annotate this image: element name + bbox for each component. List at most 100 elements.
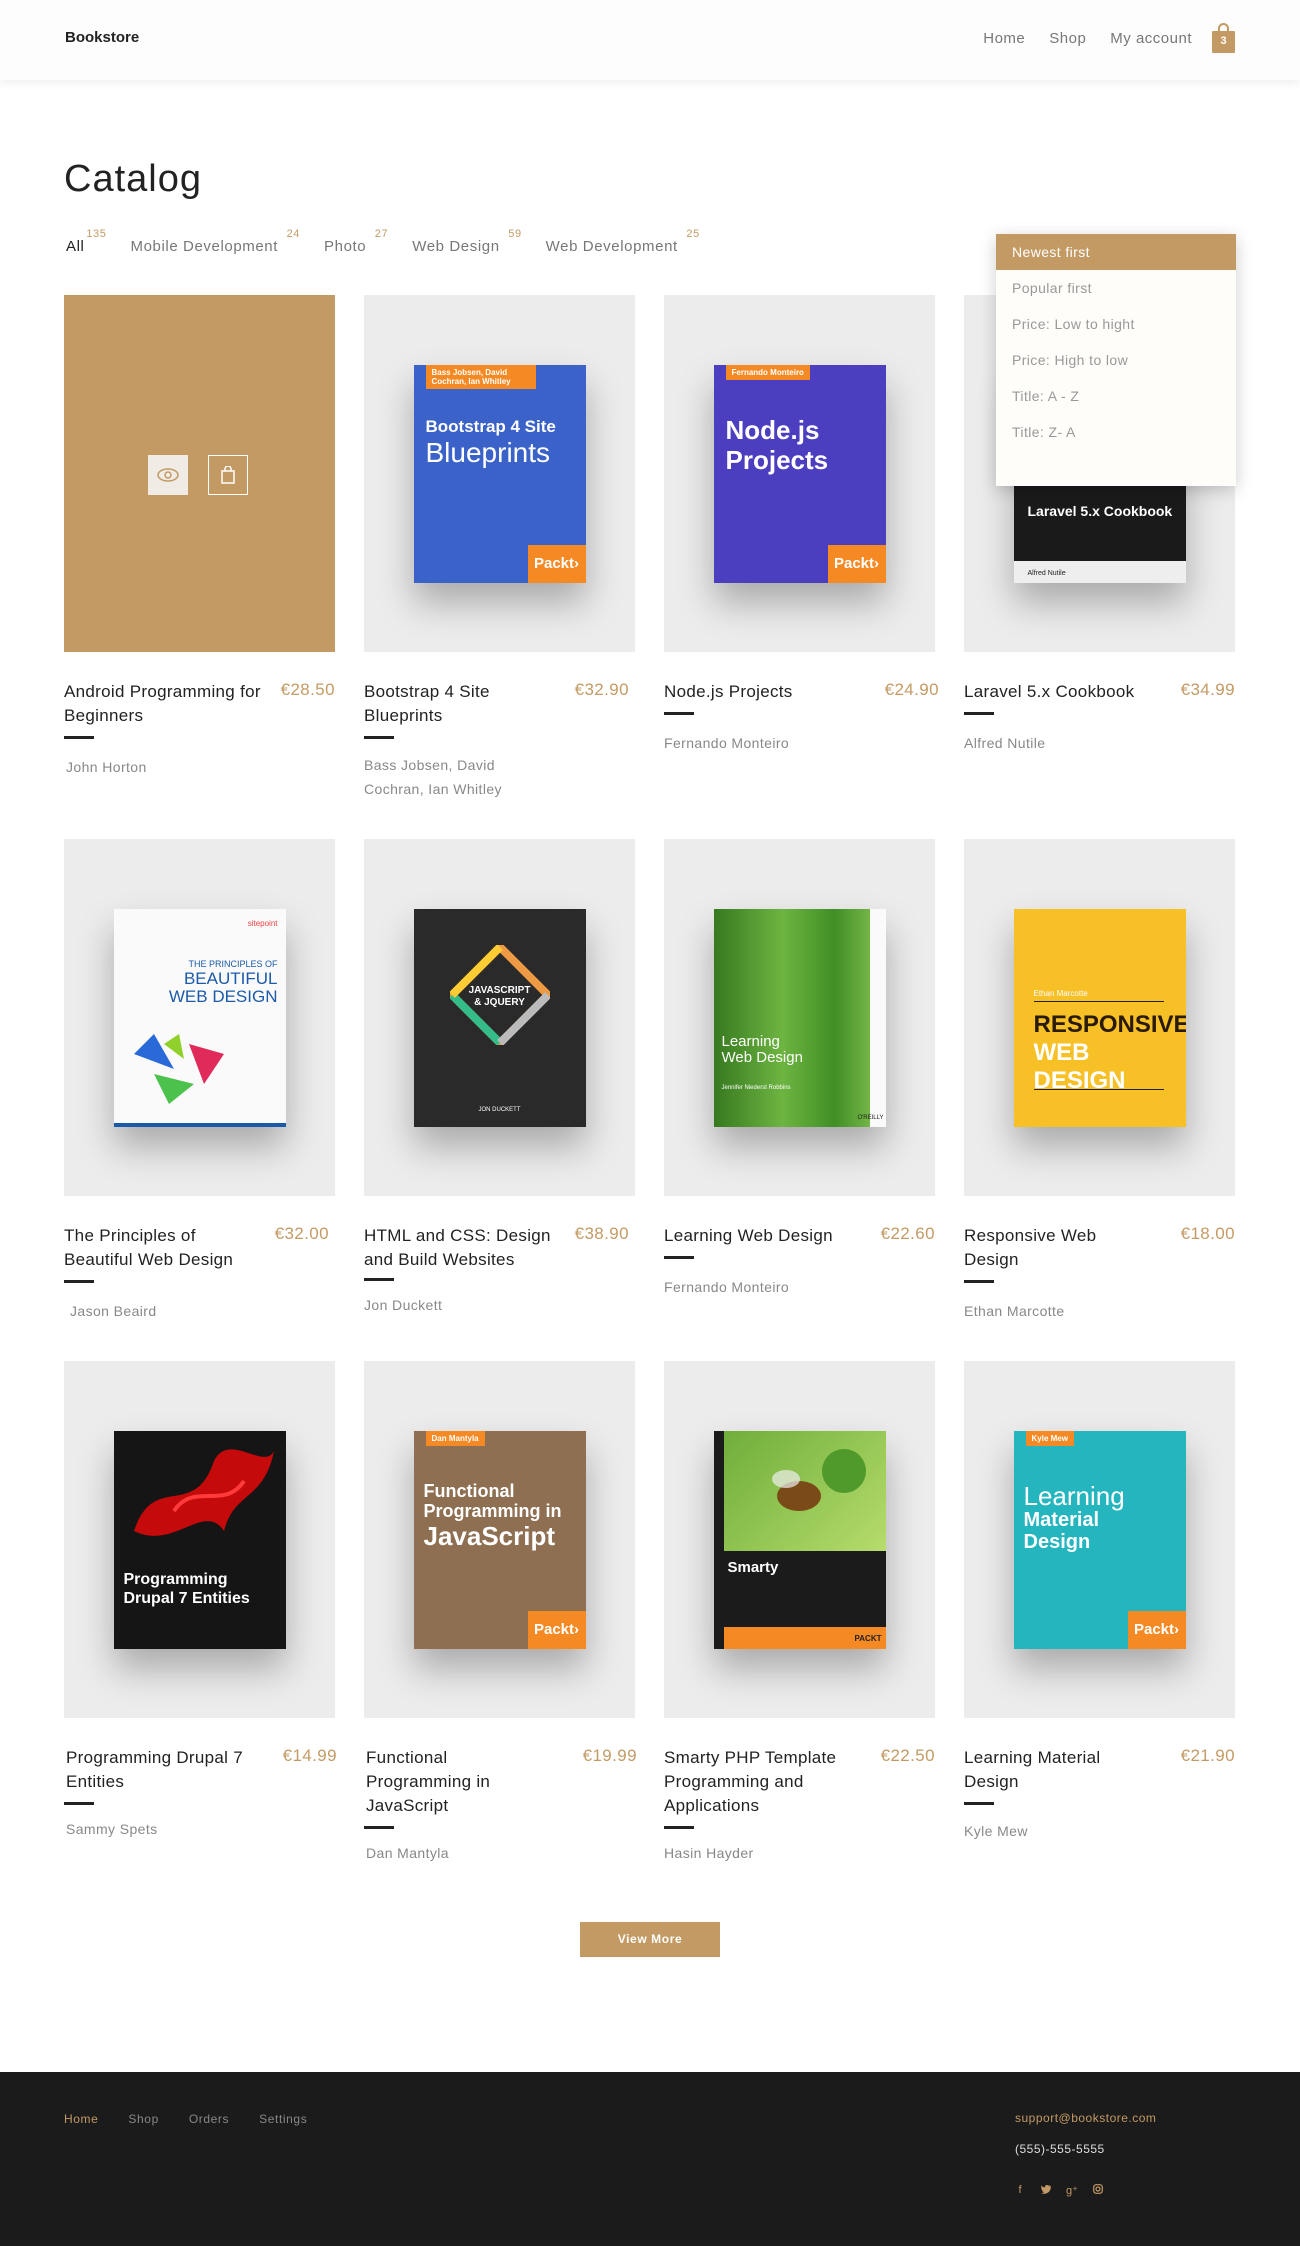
product-author: Hasin Hayder xyxy=(664,1845,754,1861)
footer-link-home[interactable]: Home xyxy=(64,2112,98,2126)
cover-photo-bee xyxy=(723,1430,886,1551)
product-title[interactable]: Learning Material Design xyxy=(964,1746,1124,1794)
product-card[interactable]: Bass Jobsen, David Cochran, Ian Whitley … xyxy=(364,295,635,797)
filter-label: All xyxy=(66,238,85,255)
product-card[interactable]: Smarty PACKT Smarty PHP Template Program… xyxy=(664,1361,935,1861)
product-author: Jon Duckett xyxy=(364,1297,443,1313)
filter-web-development[interactable]: Web Development 25 xyxy=(546,228,700,255)
product-cover[interactable]: Bass Jobsen, David Cochran, Ian Whitley … xyxy=(364,295,635,652)
product-card[interactable]: Kyle Mew Learning Material Design Packt›… xyxy=(964,1361,1235,1839)
product-card[interactable]: Programming Drupal 7 Entities Programmin… xyxy=(64,1361,337,1837)
product-card[interactable]: Learning Web Design Jennifer Niederst Ro… xyxy=(664,839,935,1295)
product-card[interactable]: Ethan Marcotte RESPONSIVE WEB DESIGN Res… xyxy=(964,839,1235,1319)
cover-authors: Fernando Monteiro xyxy=(725,364,810,380)
add-to-cart-button[interactable] xyxy=(208,455,248,495)
product-title[interactable]: Smarty PHP Template Programming and Appl… xyxy=(664,1746,854,1818)
product-author: Bass Jobsen, David Cochran, Ian Whitley xyxy=(364,757,502,797)
sort-option-popular[interactable]: Popular first xyxy=(996,270,1236,306)
product-title[interactable]: Laravel 5.x Cookbook xyxy=(964,680,1164,704)
product-title[interactable]: Bootstrap 4 Site Blueprints xyxy=(364,680,524,728)
product-author: Dan Mantyla xyxy=(366,1845,449,1861)
product-title[interactable]: Android Programming for Beginners xyxy=(64,680,264,728)
sort-option-title-az[interactable]: Title: A - Z xyxy=(996,378,1236,414)
facebook-icon[interactable]: f xyxy=(1014,2184,1026,2197)
product-details: Jason Beaird xyxy=(64,1280,157,1323)
instagram-icon[interactable] xyxy=(1092,2184,1104,2197)
product-cover[interactable]: Learning Web Design Jennifer Niederst Ro… xyxy=(664,839,935,1196)
cover-title: Blueprints xyxy=(425,436,551,468)
footer-link-settings[interactable]: Settings xyxy=(259,2112,307,2126)
divider xyxy=(664,712,694,715)
red-smoke-image xyxy=(133,1448,274,1536)
origami-birds-image xyxy=(133,1033,224,1104)
cover-title: Programming xyxy=(123,1570,228,1588)
cover-author: Alfred Nutile xyxy=(1027,569,1066,577)
product-card[interactable]: Dan Mantyla Functional Programming in Ja… xyxy=(364,1361,637,1861)
filter-web-design[interactable]: Web Design 59 xyxy=(412,228,521,255)
book-cover-image: Learning Web Design Jennifer Niederst Ro… xyxy=(713,908,886,1127)
twitter-icon[interactable] xyxy=(1040,2184,1052,2197)
cover-authors: Kyle Mew xyxy=(1025,1430,1074,1446)
product-title[interactable]: Responsive Web Design xyxy=(964,1224,1124,1272)
nav-my-account[interactable]: My account xyxy=(1110,30,1192,47)
brand-logo[interactable]: Bookstore xyxy=(65,29,139,46)
product-price: €38.90 xyxy=(574,1224,629,1243)
filter-count: 24 xyxy=(286,228,301,240)
sort-option-price-high[interactable]: Price: High to low xyxy=(996,342,1236,378)
product-author: Ethan Marcotte xyxy=(964,1303,1065,1319)
product-cover[interactable]: Smarty PACKT xyxy=(664,1361,935,1718)
cover-author: JON DUCKETT xyxy=(478,1106,521,1113)
product-price: €14.99 xyxy=(282,1746,337,1765)
product-card[interactable]: Fernando Monteiro Node.js Projects Packt… xyxy=(664,295,939,751)
divider xyxy=(664,1826,694,1829)
product-card[interactable]: sitepoint THE PRINCIPLES OF BEAUTIFUL WE… xyxy=(64,839,335,1319)
product-card[interactable]: Android Programming for Beginners €28.50… xyxy=(64,295,335,775)
cover-title: Design xyxy=(1023,1530,1091,1553)
cover-title: Web Design xyxy=(721,1048,803,1066)
product-cover[interactable]: Programming Drupal 7 Entities xyxy=(64,1361,335,1718)
footer-phone: (555)-555-5555 xyxy=(1015,2142,1105,2156)
product-card[interactable]: JAVASCRIPT & JQUERY JON DUCKETT HTML and… xyxy=(364,839,635,1313)
product-cover[interactable]: Dan Mantyla Functional Programming in Ja… xyxy=(364,1361,635,1718)
product-cover[interactable]: JAVASCRIPT & JQUERY JON DUCKETT xyxy=(364,839,635,1196)
cart-button[interactable]: 3 xyxy=(1212,23,1235,53)
quick-view-button[interactable] xyxy=(148,455,188,495)
nav-shop[interactable]: Shop xyxy=(1049,30,1086,47)
filter-mobile-development[interactable]: Mobile Development 24 xyxy=(130,228,299,255)
view-more-button[interactable]: View More xyxy=(580,1922,720,1957)
filter-all[interactable]: All 135 xyxy=(66,228,106,255)
google-plus-icon[interactable]: g⁺ xyxy=(1066,2184,1078,2197)
filter-label: Web Design xyxy=(412,238,500,255)
cover-publisher: Packt› xyxy=(527,544,586,583)
product-cover[interactable]: sitepoint THE PRINCIPLES OF BEAUTIFUL WE… xyxy=(64,839,335,1196)
sort-option-title-za[interactable]: Title: Z- A xyxy=(996,414,1236,450)
cover-title: Drupal 7 Entities xyxy=(123,1589,250,1607)
product-title[interactable]: Learning Web Design xyxy=(664,1224,864,1248)
product-cover[interactable]: Kyle Mew Learning Material Design Packt› xyxy=(964,1361,1235,1718)
product-price: €24.90 xyxy=(884,680,939,699)
product-title[interactable]: The Principles of Beautiful Web Design xyxy=(64,1224,264,1272)
product-author: Kyle Mew xyxy=(964,1823,1028,1839)
filter-photo[interactable]: Photo 27 xyxy=(324,228,388,255)
sort-option-price-low[interactable]: Price: Low to hight xyxy=(996,306,1236,342)
cover-title: Bootstrap 4 Site xyxy=(425,416,556,436)
cover-title: Material xyxy=(1023,1508,1100,1531)
divider xyxy=(964,1802,994,1805)
product-details: Bass Jobsen, David Cochran, Ian Whitley xyxy=(364,736,524,801)
product-title[interactable]: HTML and CSS: Design and Build Websites xyxy=(364,1224,564,1272)
footer-link-orders[interactable]: Orders xyxy=(189,2112,229,2126)
nav-home[interactable]: Home xyxy=(983,30,1025,47)
product-cover[interactable]: Ethan Marcotte RESPONSIVE WEB DESIGN xyxy=(964,839,1235,1196)
footer-link-shop[interactable]: Shop xyxy=(128,2112,158,2126)
cover-title: JAVASCRIPT xyxy=(468,984,531,996)
product-cover-hover[interactable] xyxy=(64,295,335,652)
product-title[interactable]: Node.js Projects xyxy=(664,680,864,704)
product-cover[interactable]: Fernando Monteiro Node.js Projects Packt… xyxy=(664,295,935,652)
product-title[interactable]: Programming Drupal 7 Entities xyxy=(66,1746,266,1794)
product-title[interactable]: Functional Programming in JavaScript xyxy=(366,1746,516,1818)
footer-email[interactable]: support@bookstore.com xyxy=(1015,2111,1156,2125)
sort-option-newest[interactable]: Newest first xyxy=(996,234,1236,270)
cover-title: & JQUERY xyxy=(474,996,525,1008)
product-details: John Horton xyxy=(64,736,147,779)
divider xyxy=(64,736,94,739)
